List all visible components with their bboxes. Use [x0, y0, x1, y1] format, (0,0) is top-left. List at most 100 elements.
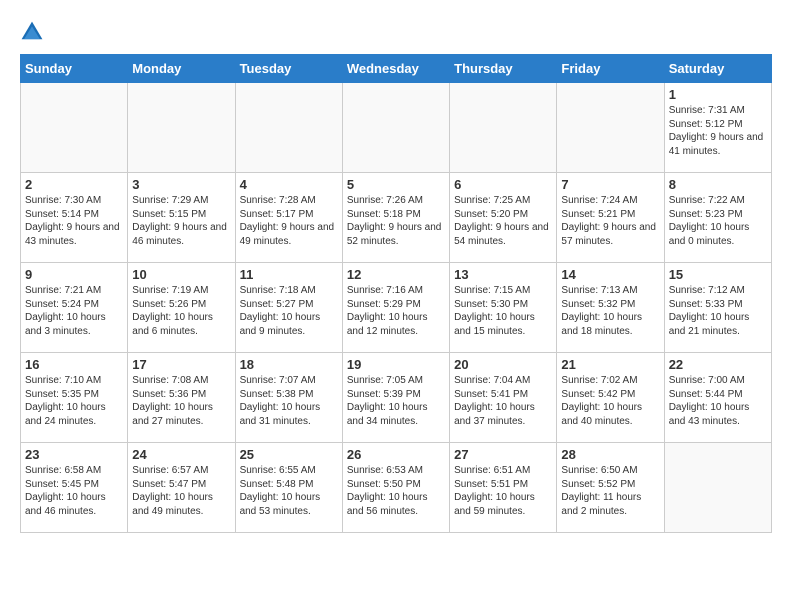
day-number: 19: [347, 357, 445, 372]
calendar-cell: 6 Sunrise: 7:25 AM Sunset: 5:20 PM Daylig…: [450, 173, 557, 263]
week-row-5: 23 Sunrise: 6:58 AM Sunset: 5:45 PM Dayli…: [21, 443, 772, 533]
day-number: 26: [347, 447, 445, 462]
calendar-cell: 3 Sunrise: 7:29 AM Sunset: 5:15 PM Daylig…: [128, 173, 235, 263]
day-info: Sunrise: 7:18 AM Sunset: 5:27 PM Dayligh…: [240, 284, 338, 338]
calendar-cell: 7Sunrise: 7:24 AM Sunset: 5:21 PM Daylig…: [557, 173, 664, 263]
calendar-cell: 4 Sunrise: 7:28 AM Sunset: 5:17 PM Daylig…: [235, 173, 342, 263]
day-number: 28: [561, 447, 659, 462]
day-number: 5: [347, 177, 445, 192]
day-info: Sunrise: 6:50 AM Sunset: 5:52 PM Dayligh…: [561, 464, 659, 518]
day-info: Sunrise: 7:30 AM Sunset: 5:14 PM Dayligh…: [25, 194, 123, 248]
header-sunday: Sunday: [21, 55, 128, 83]
week-row-2: 2 Sunrise: 7:30 AM Sunset: 5:14 PM Daylig…: [21, 173, 772, 263]
day-number: 3: [132, 177, 230, 192]
calendar-cell: 16 Sunrise: 7:10 AM Sunset: 5:35 PM Dayli…: [21, 353, 128, 443]
day-number: 18: [240, 357, 338, 372]
day-number: 4: [240, 177, 338, 192]
week-row-1: 1Sunrise: 7:31 AM Sunset: 5:12 PM Daylig…: [21, 83, 772, 173]
calendar-cell: 5 Sunrise: 7:26 AM Sunset: 5:18 PM Daylig…: [342, 173, 449, 263]
day-info: Sunrise: 7:25 AM Sunset: 5:20 PM Dayligh…: [454, 194, 552, 248]
day-number: 25: [240, 447, 338, 462]
calendar-cell: [664, 443, 771, 533]
header-wednesday: Wednesday: [342, 55, 449, 83]
day-number: 21: [561, 357, 659, 372]
calendar-cell: 26 Sunrise: 6:53 AM Sunset: 5:50 PM Dayli…: [342, 443, 449, 533]
day-number: 27: [454, 447, 552, 462]
calendar-cell: [21, 83, 128, 173]
day-info: Sunrise: 7:31 AM Sunset: 5:12 PM Dayligh…: [669, 104, 767, 158]
calendar-cell: 15 Sunrise: 7:12 AM Sunset: 5:33 PM Dayli…: [664, 263, 771, 353]
calendar-cell: 1Sunrise: 7:31 AM Sunset: 5:12 PM Daylig…: [664, 83, 771, 173]
day-number: 11: [240, 267, 338, 282]
header-saturday: Saturday: [664, 55, 771, 83]
day-info: Sunrise: 7:02 AM Sunset: 5:42 PM Dayligh…: [561, 374, 659, 428]
day-info: Sunrise: 7:00 AM Sunset: 5:44 PM Dayligh…: [669, 374, 767, 428]
calendar-cell: 25 Sunrise: 6:55 AM Sunset: 5:48 PM Dayli…: [235, 443, 342, 533]
day-number: 15: [669, 267, 767, 282]
day-info: Sunrise: 7:05 AM Sunset: 5:39 PM Dayligh…: [347, 374, 445, 428]
logo: [20, 20, 48, 44]
day-number: 24: [132, 447, 230, 462]
day-info: Sunrise: 7:22 AM Sunset: 5:23 PM Dayligh…: [669, 194, 767, 248]
day-number: 8: [669, 177, 767, 192]
calendar-cell: 27 Sunrise: 6:51 AM Sunset: 5:51 PM Dayli…: [450, 443, 557, 533]
day-number: 16: [25, 357, 123, 372]
day-info: Sunrise: 7:29 AM Sunset: 5:15 PM Dayligh…: [132, 194, 230, 248]
calendar-cell: [450, 83, 557, 173]
day-number: 20: [454, 357, 552, 372]
calendar-cell: 2 Sunrise: 7:30 AM Sunset: 5:14 PM Daylig…: [21, 173, 128, 263]
day-number: 12: [347, 267, 445, 282]
header-friday: Friday: [557, 55, 664, 83]
calendar-cell: 14 Sunrise: 7:13 AM Sunset: 5:32 PM Dayli…: [557, 263, 664, 353]
header-thursday: Thursday: [450, 55, 557, 83]
day-info: Sunrise: 7:08 AM Sunset: 5:36 PM Dayligh…: [132, 374, 230, 428]
calendar-cell: 17 Sunrise: 7:08 AM Sunset: 5:36 PM Dayli…: [128, 353, 235, 443]
calendar-cell: 18Sunrise: 7:07 AM Sunset: 5:38 PM Dayli…: [235, 353, 342, 443]
day-info: Sunrise: 7:12 AM Sunset: 5:33 PM Dayligh…: [669, 284, 767, 338]
day-number: 10: [132, 267, 230, 282]
day-number: 6: [454, 177, 552, 192]
day-info: Sunrise: 6:55 AM Sunset: 5:48 PM Dayligh…: [240, 464, 338, 518]
day-info: Sunrise: 6:58 AM Sunset: 5:45 PM Dayligh…: [25, 464, 123, 518]
day-info: Sunrise: 6:57 AM Sunset: 5:47 PM Dayligh…: [132, 464, 230, 518]
calendar-header-row: SundayMondayTuesdayWednesdayThursdayFrid…: [21, 55, 772, 83]
calendar-cell: 10 Sunrise: 7:19 AM Sunset: 5:26 PM Dayli…: [128, 263, 235, 353]
day-info: Sunrise: 7:19 AM Sunset: 5:26 PM Dayligh…: [132, 284, 230, 338]
day-number: 23: [25, 447, 123, 462]
calendar-cell: 19 Sunrise: 7:05 AM Sunset: 5:39 PM Dayli…: [342, 353, 449, 443]
calendar-cell: 24 Sunrise: 6:57 AM Sunset: 5:47 PM Dayli…: [128, 443, 235, 533]
header: [20, 20, 772, 44]
week-row-4: 16 Sunrise: 7:10 AM Sunset: 5:35 PM Dayli…: [21, 353, 772, 443]
day-info: Sunrise: 7:10 AM Sunset: 5:35 PM Dayligh…: [25, 374, 123, 428]
day-info: Sunrise: 7:28 AM Sunset: 5:17 PM Dayligh…: [240, 194, 338, 248]
day-info: Sunrise: 7:26 AM Sunset: 5:18 PM Dayligh…: [347, 194, 445, 248]
day-info: Sunrise: 7:04 AM Sunset: 5:41 PM Dayligh…: [454, 374, 552, 428]
calendar-cell: [342, 83, 449, 173]
calendar-cell: 28 Sunrise: 6:50 AM Sunset: 5:52 PM Dayli…: [557, 443, 664, 533]
week-row-3: 9Sunrise: 7:21 AM Sunset: 5:24 PM Daylig…: [21, 263, 772, 353]
calendar-cell: [557, 83, 664, 173]
header-monday: Monday: [128, 55, 235, 83]
calendar-cell: 21 Sunrise: 7:02 AM Sunset: 5:42 PM Dayli…: [557, 353, 664, 443]
calendar: SundayMondayTuesdayWednesdayThursdayFrid…: [20, 54, 772, 533]
day-info: Sunrise: 6:51 AM Sunset: 5:51 PM Dayligh…: [454, 464, 552, 518]
day-info: Sunrise: 7:21 AM Sunset: 5:24 PM Dayligh…: [25, 284, 123, 338]
day-number: 2: [25, 177, 123, 192]
day-number: 13: [454, 267, 552, 282]
day-info: Sunrise: 6:53 AM Sunset: 5:50 PM Dayligh…: [347, 464, 445, 518]
calendar-cell: [128, 83, 235, 173]
day-number: 17: [132, 357, 230, 372]
day-number: 22: [669, 357, 767, 372]
calendar-cell: 8 Sunrise: 7:22 AM Sunset: 5:23 PM Daylig…: [664, 173, 771, 263]
calendar-cell: 9Sunrise: 7:21 AM Sunset: 5:24 PM Daylig…: [21, 263, 128, 353]
day-info: Sunrise: 7:15 AM Sunset: 5:30 PM Dayligh…: [454, 284, 552, 338]
day-number: 7: [561, 177, 659, 192]
day-info: Sunrise: 7:16 AM Sunset: 5:29 PM Dayligh…: [347, 284, 445, 338]
calendar-cell: 11 Sunrise: 7:18 AM Sunset: 5:27 PM Dayli…: [235, 263, 342, 353]
day-number: 14: [561, 267, 659, 282]
day-info: Sunrise: 7:13 AM Sunset: 5:32 PM Dayligh…: [561, 284, 659, 338]
calendar-cell: 12 Sunrise: 7:16 AM Sunset: 5:29 PM Dayli…: [342, 263, 449, 353]
calendar-cell: 13 Sunrise: 7:15 AM Sunset: 5:30 PM Dayli…: [450, 263, 557, 353]
calendar-cell: [235, 83, 342, 173]
header-tuesday: Tuesday: [235, 55, 342, 83]
